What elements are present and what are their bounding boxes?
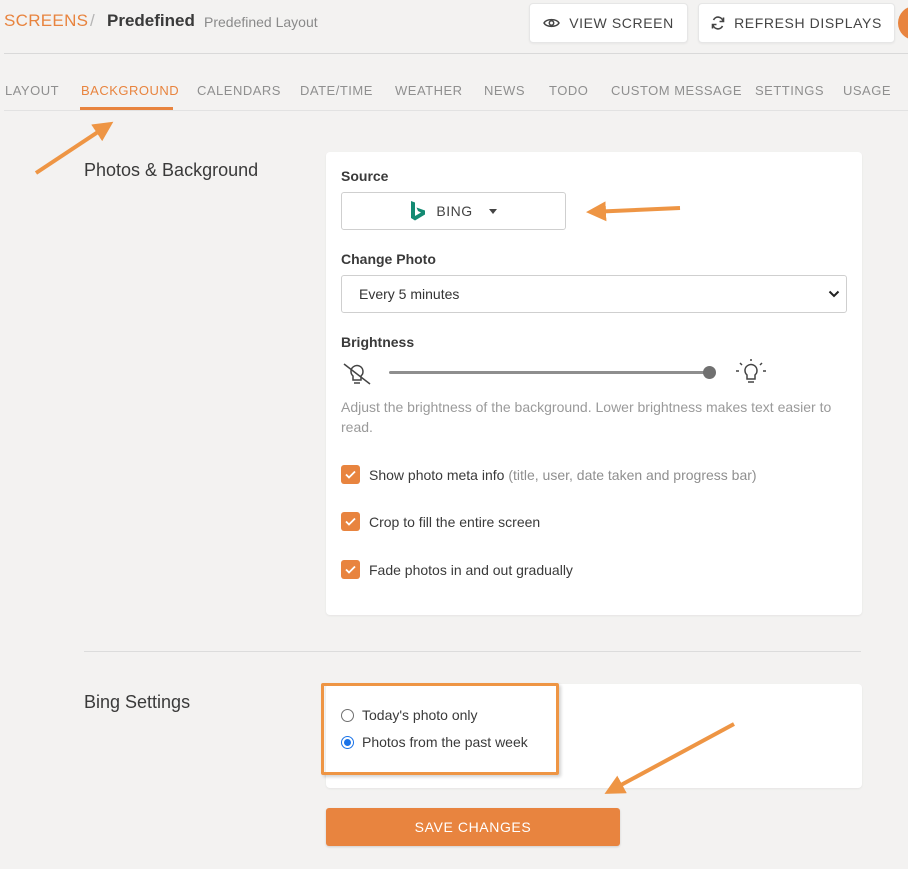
refresh-displays-button[interactable]: REFRESH DISPLAYS: [698, 3, 895, 43]
checkmark-icon: [345, 517, 356, 526]
refresh-displays-label: REFRESH DISPLAYS: [734, 15, 882, 31]
annotation-highlight-box: [321, 683, 559, 775]
refresh-icon: [711, 16, 725, 30]
brightness-slider-track[interactable]: [389, 371, 709, 374]
tab-date-time[interactable]: DATE/TIME: [300, 83, 373, 98]
tab-todo[interactable]: TODO: [549, 83, 588, 98]
user-avatar[interactable]: [898, 6, 908, 40]
bing-logo-icon: [410, 200, 426, 222]
page-subtitle: Predefined Layout: [204, 14, 318, 30]
section-divider: [84, 651, 861, 652]
bulb-off-icon: [341, 360, 373, 393]
header-divider: [4, 53, 908, 54]
checkmark-icon: [345, 565, 356, 574]
option-label: Fade photos in and out gradually: [369, 561, 573, 578]
change-photo-select[interactable]: Every 5 minutes: [341, 275, 847, 313]
active-tab-indicator: [80, 107, 173, 110]
chevron-down-icon: [488, 208, 497, 214]
brightness-slider-thumb[interactable]: [703, 366, 716, 379]
source-dropdown[interactable]: BING: [341, 192, 566, 230]
change-photo-label: Change Photo: [341, 251, 436, 267]
tab-news[interactable]: NEWS: [484, 83, 525, 98]
option-fade-photos[interactable]: Fade photos in and out gradually: [341, 560, 573, 579]
tab-background[interactable]: BACKGROUND: [81, 83, 179, 98]
option-label: Crop to fill the entire screen: [369, 513, 541, 530]
tab-settings[interactable]: SETTINGS: [755, 83, 824, 98]
source-label: Source: [341, 168, 389, 184]
option-show-meta[interactable]: Show photo meta info (title, user, date …: [341, 465, 757, 484]
save-changes-button[interactable]: SAVE CHANGES: [326, 808, 620, 846]
bulb-on-icon: [734, 358, 768, 393]
page-title: Predefined: [107, 11, 195, 30]
checkbox-checked[interactable]: [341, 465, 360, 484]
tab-usage[interactable]: USAGE: [843, 83, 891, 98]
checkbox-checked[interactable]: [341, 512, 360, 531]
chevron-down-icon: [828, 290, 840, 298]
tabs-divider: [4, 110, 908, 111]
tab-custom-message[interactable]: CUSTOM MESSAGE: [611, 83, 742, 98]
tab-layout[interactable]: LAYOUT: [5, 83, 59, 98]
photos-section-title: Photos & Background: [84, 160, 259, 180]
source-value: BING: [436, 203, 473, 219]
checkmark-icon: [345, 470, 356, 479]
change-photo-value: Every 5 minutes: [359, 286, 460, 302]
tab-calendars[interactable]: CALENDARS: [197, 83, 281, 98]
option-crop-fill[interactable]: Crop to fill the entire screen: [341, 512, 540, 531]
bing-section-title: Bing Settings: [84, 692, 191, 712]
breadcrumb-separator: /: [90, 11, 95, 30]
checkbox-checked[interactable]: [341, 560, 360, 579]
eye-icon: [543, 17, 561, 29]
option-hint: (title, user, date taken and progress ba…: [508, 466, 757, 483]
view-screen-label: VIEW SCREEN: [569, 15, 674, 31]
brightness-label: Brightness: [341, 334, 415, 350]
breadcrumb-screens-link[interactable]: SCREENS: [4, 11, 88, 31]
brightness-help-text: Adjust the brightness of the background.…: [341, 399, 832, 435]
option-label: Show photo meta info: [369, 466, 505, 483]
view-screen-button[interactable]: VIEW SCREEN: [529, 3, 688, 43]
tab-weather[interactable]: WEATHER: [395, 83, 463, 98]
